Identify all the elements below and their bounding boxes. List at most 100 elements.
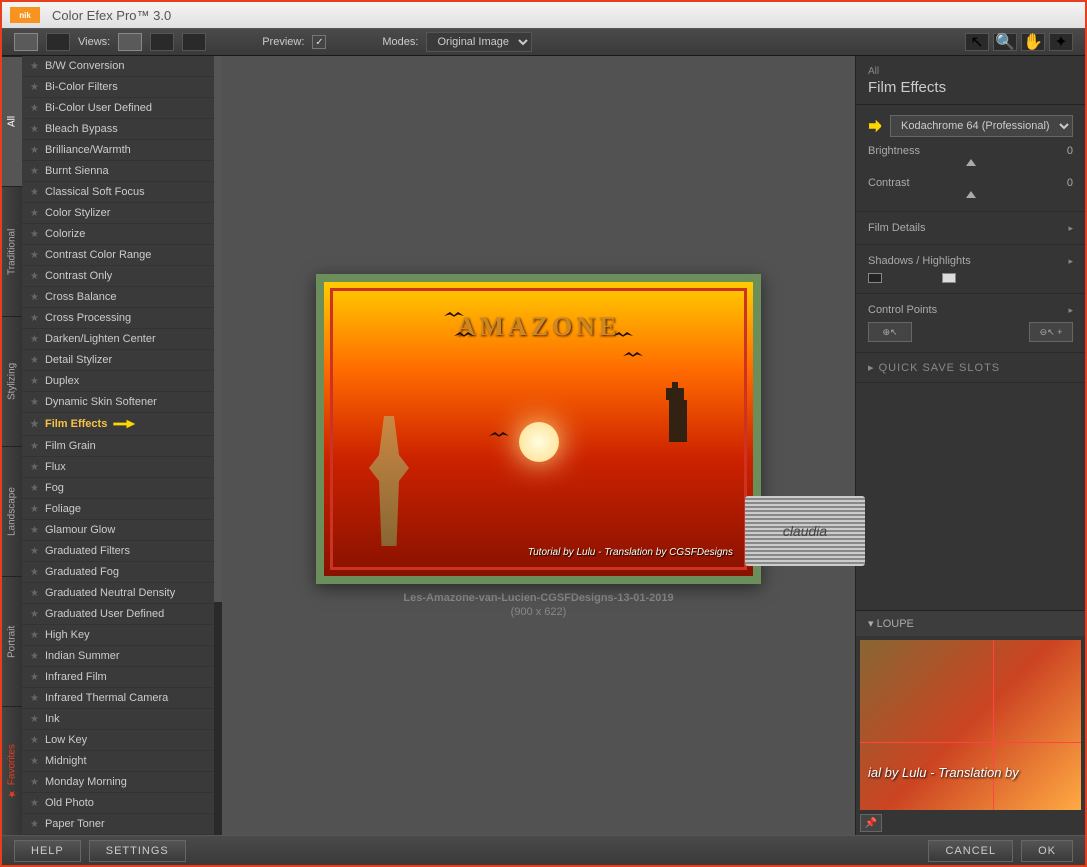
filter-item[interactable]: ★Cross Balance <box>22 287 222 308</box>
star-icon[interactable]: ★ <box>30 334 39 345</box>
star-icon[interactable]: ★ <box>30 292 39 303</box>
filter-item[interactable]: ★High Key <box>22 625 222 646</box>
filter-item[interactable]: ★Dynamic Skin Softener <box>22 392 222 413</box>
filter-item[interactable]: ★Color Stylizer <box>22 203 222 224</box>
star-icon[interactable]: ★ <box>30 651 39 662</box>
filter-item[interactable]: ★Ink <box>22 709 222 730</box>
filter-item[interactable]: ★Cross Processing <box>22 308 222 329</box>
star-icon[interactable]: ★ <box>30 798 39 809</box>
star-icon[interactable]: ★ <box>30 166 39 177</box>
star-icon[interactable]: ★ <box>30 609 39 620</box>
star-icon[interactable]: ★ <box>30 483 39 494</box>
star-icon[interactable]: ★ <box>30 462 39 473</box>
category-tab-portrait[interactable]: Portrait <box>2 576 22 706</box>
film-preset-dropdown[interactable]: Kodachrome 64 (Professional) <box>890 115 1073 137</box>
filter-item[interactable]: ★Duplex <box>22 371 222 392</box>
star-icon[interactable]: ★ <box>30 714 39 725</box>
star-icon[interactable]: ★ <box>30 250 39 261</box>
loupe-pin-button[interactable]: 📌 <box>860 814 882 832</box>
filter-item[interactable]: ★Graduated Fog <box>22 562 222 583</box>
star-icon[interactable]: ★ <box>30 756 39 767</box>
filter-item[interactable]: ★Darken/Lighten Center <box>22 329 222 350</box>
film-details-section[interactable]: Film Details▸ <box>868 222 1073 234</box>
filter-item[interactable]: ★Glamour Glow <box>22 520 222 541</box>
control-point-neg-button[interactable]: ⊖↖ + <box>1029 322 1073 342</box>
star-icon[interactable]: ★ <box>30 419 39 430</box>
view-side-button[interactable] <box>182 33 206 51</box>
shadows-swatch[interactable] <box>868 273 882 283</box>
star-icon[interactable]: ★ <box>30 693 39 704</box>
filter-item[interactable]: ★Fog <box>22 478 222 499</box>
filter-item[interactable]: ★Colorize <box>22 224 222 245</box>
filter-item[interactable]: ★Infrared Thermal Camera <box>22 688 222 709</box>
tool-light-icon[interactable]: ✦ <box>1049 33 1073 51</box>
star-icon[interactable]: ★ <box>30 376 39 387</box>
filter-item[interactable]: ★Detail Stylizer <box>22 350 222 371</box>
filter-item[interactable]: ★Indian Summer <box>22 646 222 667</box>
star-icon[interactable]: ★ <box>30 61 39 72</box>
star-icon[interactable]: ★ <box>30 777 39 788</box>
filter-item[interactable]: ★Paper Toner <box>22 814 222 835</box>
star-icon[interactable]: ★ <box>30 819 39 830</box>
star-icon[interactable]: ★ <box>30 313 39 324</box>
filter-item[interactable]: ★Midnight <box>22 751 222 772</box>
star-icon[interactable]: ★ <box>30 441 39 452</box>
view-single-button[interactable] <box>118 33 142 51</box>
cancel-button[interactable]: CANCEL <box>928 840 1013 862</box>
filter-item[interactable]: ★Low Key <box>22 730 222 751</box>
loupe-title[interactable]: ▾ LOUPE <box>856 610 1085 636</box>
star-icon[interactable]: ★ <box>30 229 39 240</box>
star-icon[interactable]: ★ <box>30 525 39 536</box>
star-icon[interactable]: ★ <box>30 124 39 135</box>
control-point-add-button[interactable]: ⊕↖ <box>868 322 912 342</box>
star-icon[interactable]: ★ <box>30 82 39 93</box>
filter-item[interactable]: ★Flux <box>22 457 222 478</box>
filter-item[interactable]: ★Contrast Color Range <box>22 245 222 266</box>
shadows-highlights-section[interactable]: Shadows / Highlights▸ <box>868 255 1073 267</box>
tool-hand-icon[interactable]: ✋ <box>1021 33 1045 51</box>
filter-item[interactable]: ★Monday Morning <box>22 772 222 793</box>
modes-dropdown[interactable]: Original Image <box>426 32 532 52</box>
star-icon[interactable]: ★ <box>30 672 39 683</box>
star-icon[interactable]: ★ <box>30 504 39 515</box>
view-split-button[interactable] <box>150 33 174 51</box>
star-icon[interactable]: ★ <box>30 397 39 408</box>
star-icon[interactable]: ★ <box>30 546 39 557</box>
filter-item[interactable]: ★Film Effects <box>22 413 222 436</box>
ok-button[interactable]: OK <box>1021 840 1073 862</box>
star-icon[interactable]: ★ <box>30 735 39 746</box>
help-button[interactable]: HELP <box>14 840 81 862</box>
tool-zoom-icon[interactable]: 🔍 <box>993 33 1017 51</box>
control-points-section[interactable]: Control Points▸ <box>868 304 1073 316</box>
preview-checkbox[interactable]: ✓ <box>312 35 326 49</box>
scrollbar[interactable] <box>214 56 222 836</box>
loupe-preview[interactable]: ial by Lulu - Translation by <box>860 640 1081 810</box>
star-icon[interactable]: ★ <box>30 567 39 578</box>
filter-item[interactable]: ★Foliage <box>22 499 222 520</box>
filter-item[interactable]: ★Infrared Film <box>22 667 222 688</box>
star-icon[interactable]: ★ <box>30 208 39 219</box>
category-tab-stylizing[interactable]: Stylizing <box>2 316 22 446</box>
filter-item[interactable]: ★Old Photo <box>22 793 222 814</box>
view-list-button[interactable] <box>46 33 70 51</box>
filter-list[interactable]: ★B/W Conversion★Bi-Color Filters★Bi-Colo… <box>22 56 222 836</box>
brightness-slider[interactable] <box>868 159 1073 169</box>
filter-item[interactable]: ★Graduated Filters <box>22 541 222 562</box>
filter-item[interactable]: ★Bleach Bypass <box>22 119 222 140</box>
tool-pointer-icon[interactable]: ↖ <box>965 33 989 51</box>
filter-item[interactable]: ★Bi-Color Filters <box>22 77 222 98</box>
star-icon[interactable]: ★ <box>30 187 39 198</box>
filter-item[interactable]: ★Brilliance/Warmth <box>22 140 222 161</box>
contrast-slider[interactable] <box>868 191 1073 201</box>
filter-item[interactable]: ★Graduated User Defined <box>22 604 222 625</box>
star-icon[interactable]: ★ <box>30 588 39 599</box>
filter-item[interactable]: ★Classical Soft Focus <box>22 182 222 203</box>
category-tab-favorites[interactable]: ★ Favorites <box>2 706 22 836</box>
category-tab-traditional[interactable]: Traditional <box>2 186 22 316</box>
filter-item[interactable]: ★Film Grain <box>22 436 222 457</box>
quick-save-section[interactable]: ▸ QUICK SAVE SLOTS <box>856 353 1085 383</box>
star-icon[interactable]: ★ <box>30 355 39 366</box>
filter-item[interactable]: ★Graduated Neutral Density <box>22 583 222 604</box>
filter-item[interactable]: ★Contrast Only <box>22 266 222 287</box>
filter-item[interactable]: ★B/W Conversion <box>22 56 222 77</box>
